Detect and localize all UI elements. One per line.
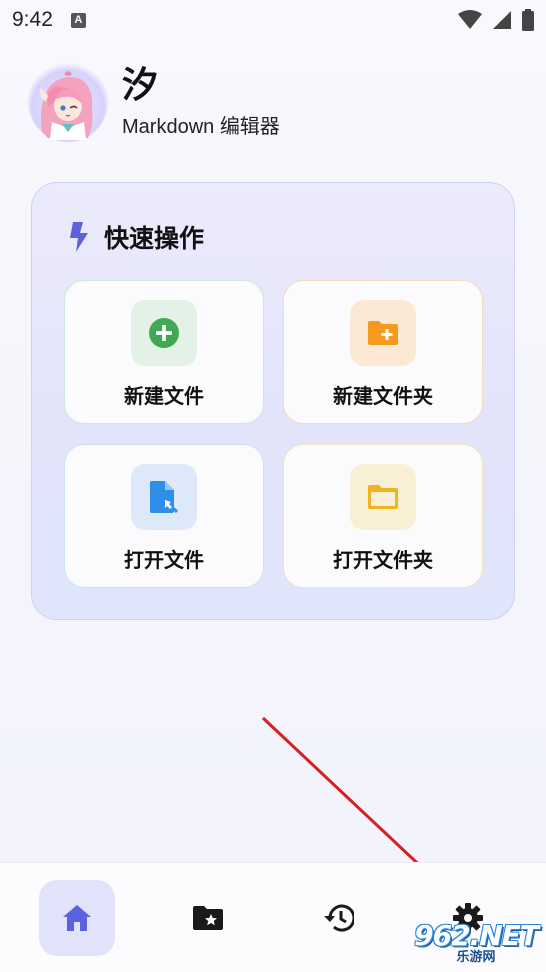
cellular-signal-icon bbox=[493, 11, 511, 29]
open-folder-button[interactable]: 打开文件夹 bbox=[283, 444, 483, 588]
new-file-icon-box bbox=[131, 300, 197, 366]
history-icon bbox=[324, 904, 354, 932]
status-bar: 9:42 A bbox=[0, 0, 546, 40]
status-time: 9:42 bbox=[12, 8, 53, 31]
app-header: 汐 Markdown 编辑器 bbox=[28, 62, 280, 142]
file-open-icon bbox=[150, 481, 178, 513]
nav-history[interactable] bbox=[300, 880, 376, 956]
open-file-icon-box bbox=[131, 464, 197, 530]
anime-character-avatar-icon bbox=[39, 71, 93, 140]
new-file-button[interactable]: 新建文件 bbox=[64, 280, 264, 424]
quick-actions-title: 快速操作 bbox=[104, 224, 205, 253]
site-watermark: 962.NET 乐游网 bbox=[410, 918, 542, 970]
notification-badge-icon: A bbox=[70, 12, 86, 28]
app-subtitle: Markdown 编辑器 bbox=[122, 115, 280, 138]
app-title: 汐 bbox=[122, 64, 159, 106]
wifi-icon bbox=[458, 10, 482, 29]
new-folder-button[interactable]: 新建文件夹 bbox=[283, 280, 483, 424]
watermark-sub: 乐游网 bbox=[456, 950, 496, 965]
nav-favorites[interactable] bbox=[170, 880, 246, 956]
new-file-label: 新建文件 bbox=[124, 384, 204, 408]
open-file-label: 打开文件 bbox=[124, 548, 204, 572]
folder-icon bbox=[368, 485, 398, 509]
avatar bbox=[28, 62, 108, 142]
open-folder-icon-box bbox=[350, 464, 416, 530]
folder-add-icon bbox=[368, 321, 398, 345]
new-folder-label: 新建文件夹 bbox=[333, 384, 433, 408]
home-icon bbox=[63, 905, 91, 931]
lightning-icon bbox=[70, 222, 88, 252]
nav-home[interactable] bbox=[39, 880, 115, 956]
quick-actions-card: 快速操作 新建文件 新建文件夹 打开文件 打开文件夹 bbox=[31, 182, 515, 620]
watermark-main: 962.NET bbox=[414, 919, 539, 952]
battery-icon bbox=[522, 9, 534, 31]
new-folder-icon-box bbox=[350, 300, 416, 366]
open-file-button[interactable]: 打开文件 bbox=[64, 444, 264, 588]
folder-star-icon bbox=[193, 906, 223, 930]
add-circle-icon bbox=[149, 318, 179, 348]
open-folder-label: 打开文件夹 bbox=[333, 548, 433, 572]
quick-actions-header: 快速操作 bbox=[70, 219, 204, 255]
